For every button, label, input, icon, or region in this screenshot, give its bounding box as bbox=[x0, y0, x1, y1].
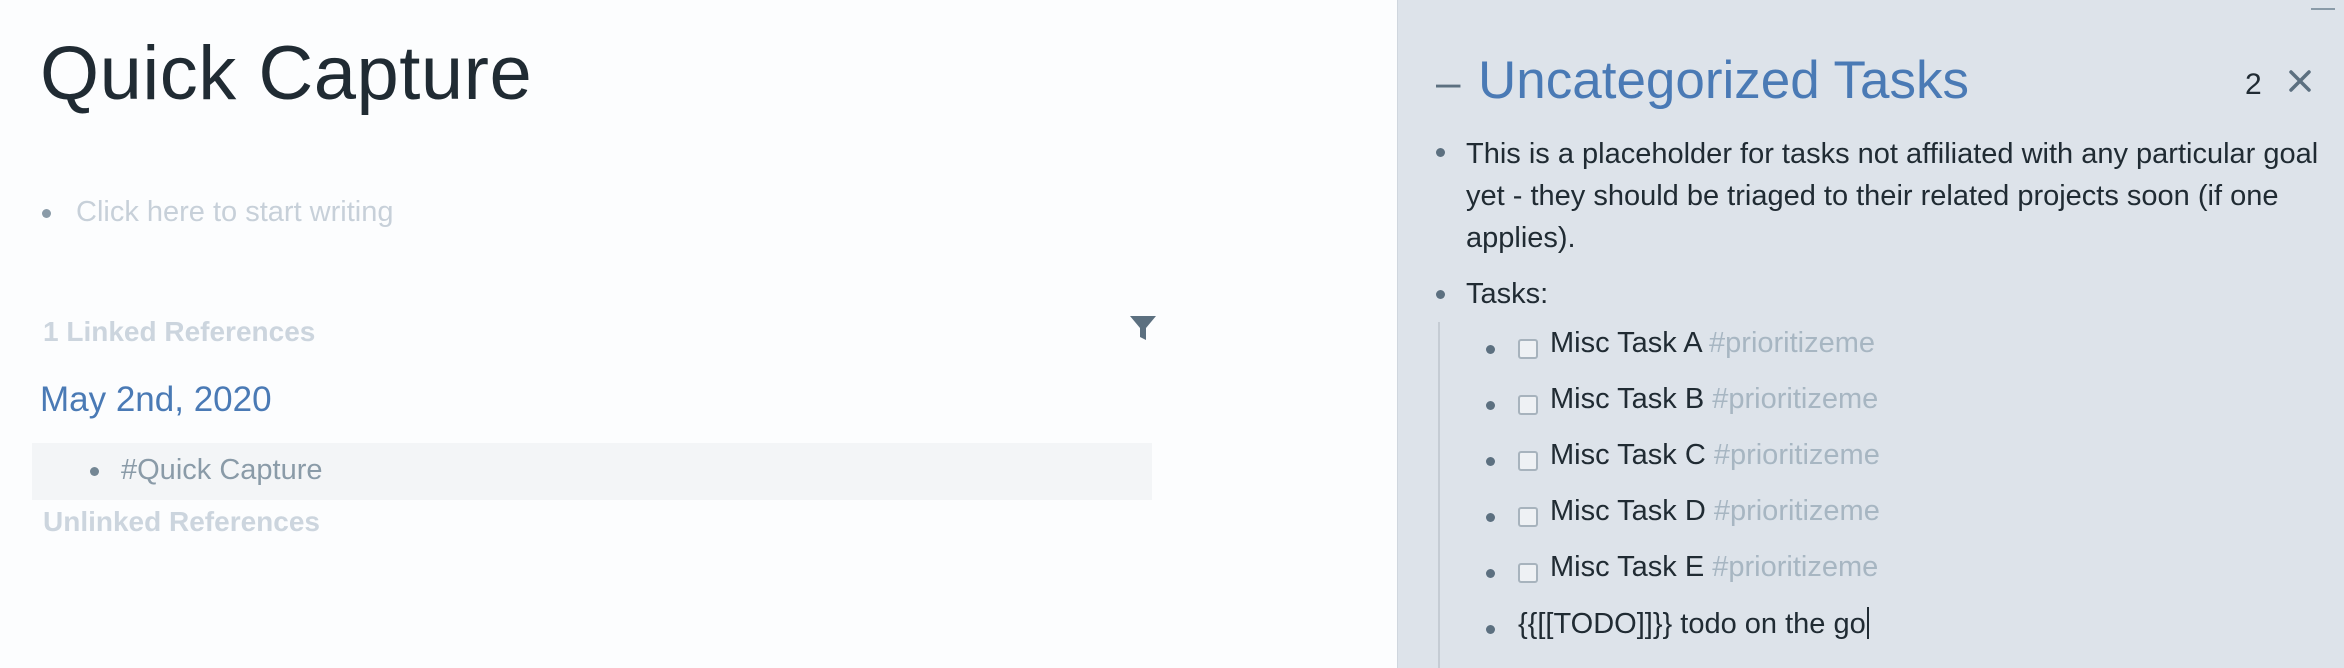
task-tag-link[interactable]: #prioritizeme bbox=[1712, 551, 1878, 583]
text-cursor bbox=[1866, 607, 1869, 639]
task-tag-link[interactable]: #prioritizeme bbox=[1709, 327, 1875, 359]
bullet-icon[interactable] bbox=[1486, 625, 1495, 634]
collapse-toggle[interactable]: – bbox=[1436, 58, 1460, 108]
task-item[interactable]: Misc Task E #prioritizeme bbox=[1398, 550, 2344, 598]
task-item[interactable]: Misc Task B #prioritizeme bbox=[1398, 382, 2344, 430]
task-name[interactable]: Misc Task B bbox=[1550, 383, 1704, 415]
task-tag-link[interactable]: #prioritizeme bbox=[1714, 439, 1880, 471]
checkbox-icon[interactable] bbox=[1518, 395, 1538, 415]
linked-references-heading[interactable]: 1 Linked References bbox=[43, 316, 315, 348]
close-icon[interactable] bbox=[2285, 66, 2315, 96]
bullet-icon[interactable] bbox=[1486, 569, 1495, 578]
linked-ref-block[interactable]: #Quick Capture bbox=[32, 443, 1152, 500]
sidebar-page-title[interactable]: Uncategorized Tasks bbox=[1478, 50, 1969, 111]
app-root: Quick Capture Click here to start writin… bbox=[0, 0, 2344, 668]
bullet-icon[interactable] bbox=[1486, 457, 1495, 466]
block-editor-text[interactable]: {{[[TODO]]}} todo on the go bbox=[1518, 608, 1866, 640]
main-page: Quick Capture Click here to start writin… bbox=[0, 0, 1397, 668]
task-item[interactable]: Misc Task A #prioritizeme bbox=[1398, 326, 2344, 374]
checkbox-icon[interactable] bbox=[1518, 339, 1538, 359]
description-text[interactable]: This is a placeholder for tasks not affi… bbox=[1466, 133, 2344, 259]
sidebar-resize-handle[interactable] bbox=[2311, 0, 2335, 10]
editing-block[interactable]: {{[[TODO]]}} todo on the go bbox=[1398, 606, 2344, 654]
task-item[interactable]: Misc Task C #prioritizeme bbox=[1398, 438, 2344, 486]
page-title[interactable]: Quick Capture bbox=[40, 30, 532, 117]
task-name[interactable]: Misc Task C bbox=[1550, 439, 1706, 471]
checkbox-icon[interactable] bbox=[1518, 507, 1538, 527]
bullet-icon[interactable] bbox=[1436, 290, 1445, 299]
task-item[interactable]: Misc Task D #prioritizeme bbox=[1398, 494, 2344, 542]
bullet-icon[interactable] bbox=[1486, 513, 1495, 522]
bullet-icon[interactable] bbox=[1486, 345, 1495, 354]
task-name[interactable]: Misc Task D bbox=[1550, 495, 1706, 527]
checkbox-icon[interactable] bbox=[1518, 563, 1538, 583]
linked-ref-page-title[interactable]: May 2nd, 2020 bbox=[40, 380, 272, 420]
bullet-icon[interactable] bbox=[90, 467, 99, 476]
checkbox-icon[interactable] bbox=[1518, 451, 1538, 471]
task-tag-link[interactable]: #prioritizeme bbox=[1712, 383, 1878, 415]
start-writing-placeholder[interactable]: Click here to start writing bbox=[76, 196, 394, 229]
task-name[interactable]: Misc Task E bbox=[1550, 551, 1704, 583]
tasks-label[interactable]: Tasks: bbox=[1466, 273, 1548, 315]
filter-icon[interactable] bbox=[1128, 313, 1158, 343]
bullet-icon[interactable] bbox=[1486, 401, 1495, 410]
bullet-icon[interactable] bbox=[42, 209, 51, 218]
unlinked-references-heading[interactable]: Unlinked References bbox=[43, 506, 320, 538]
linked-ref-text[interactable]: #Quick Capture bbox=[121, 454, 323, 487]
task-tag-link[interactable]: #prioritizeme bbox=[1714, 495, 1880, 527]
bullet-icon[interactable] bbox=[1436, 148, 1445, 157]
right-sidebar: – Uncategorized Tasks 2 This is a placeh… bbox=[1397, 0, 2344, 668]
task-name[interactable]: Misc Task A bbox=[1550, 327, 1701, 359]
reference-count[interactable]: 2 bbox=[2245, 68, 2262, 102]
